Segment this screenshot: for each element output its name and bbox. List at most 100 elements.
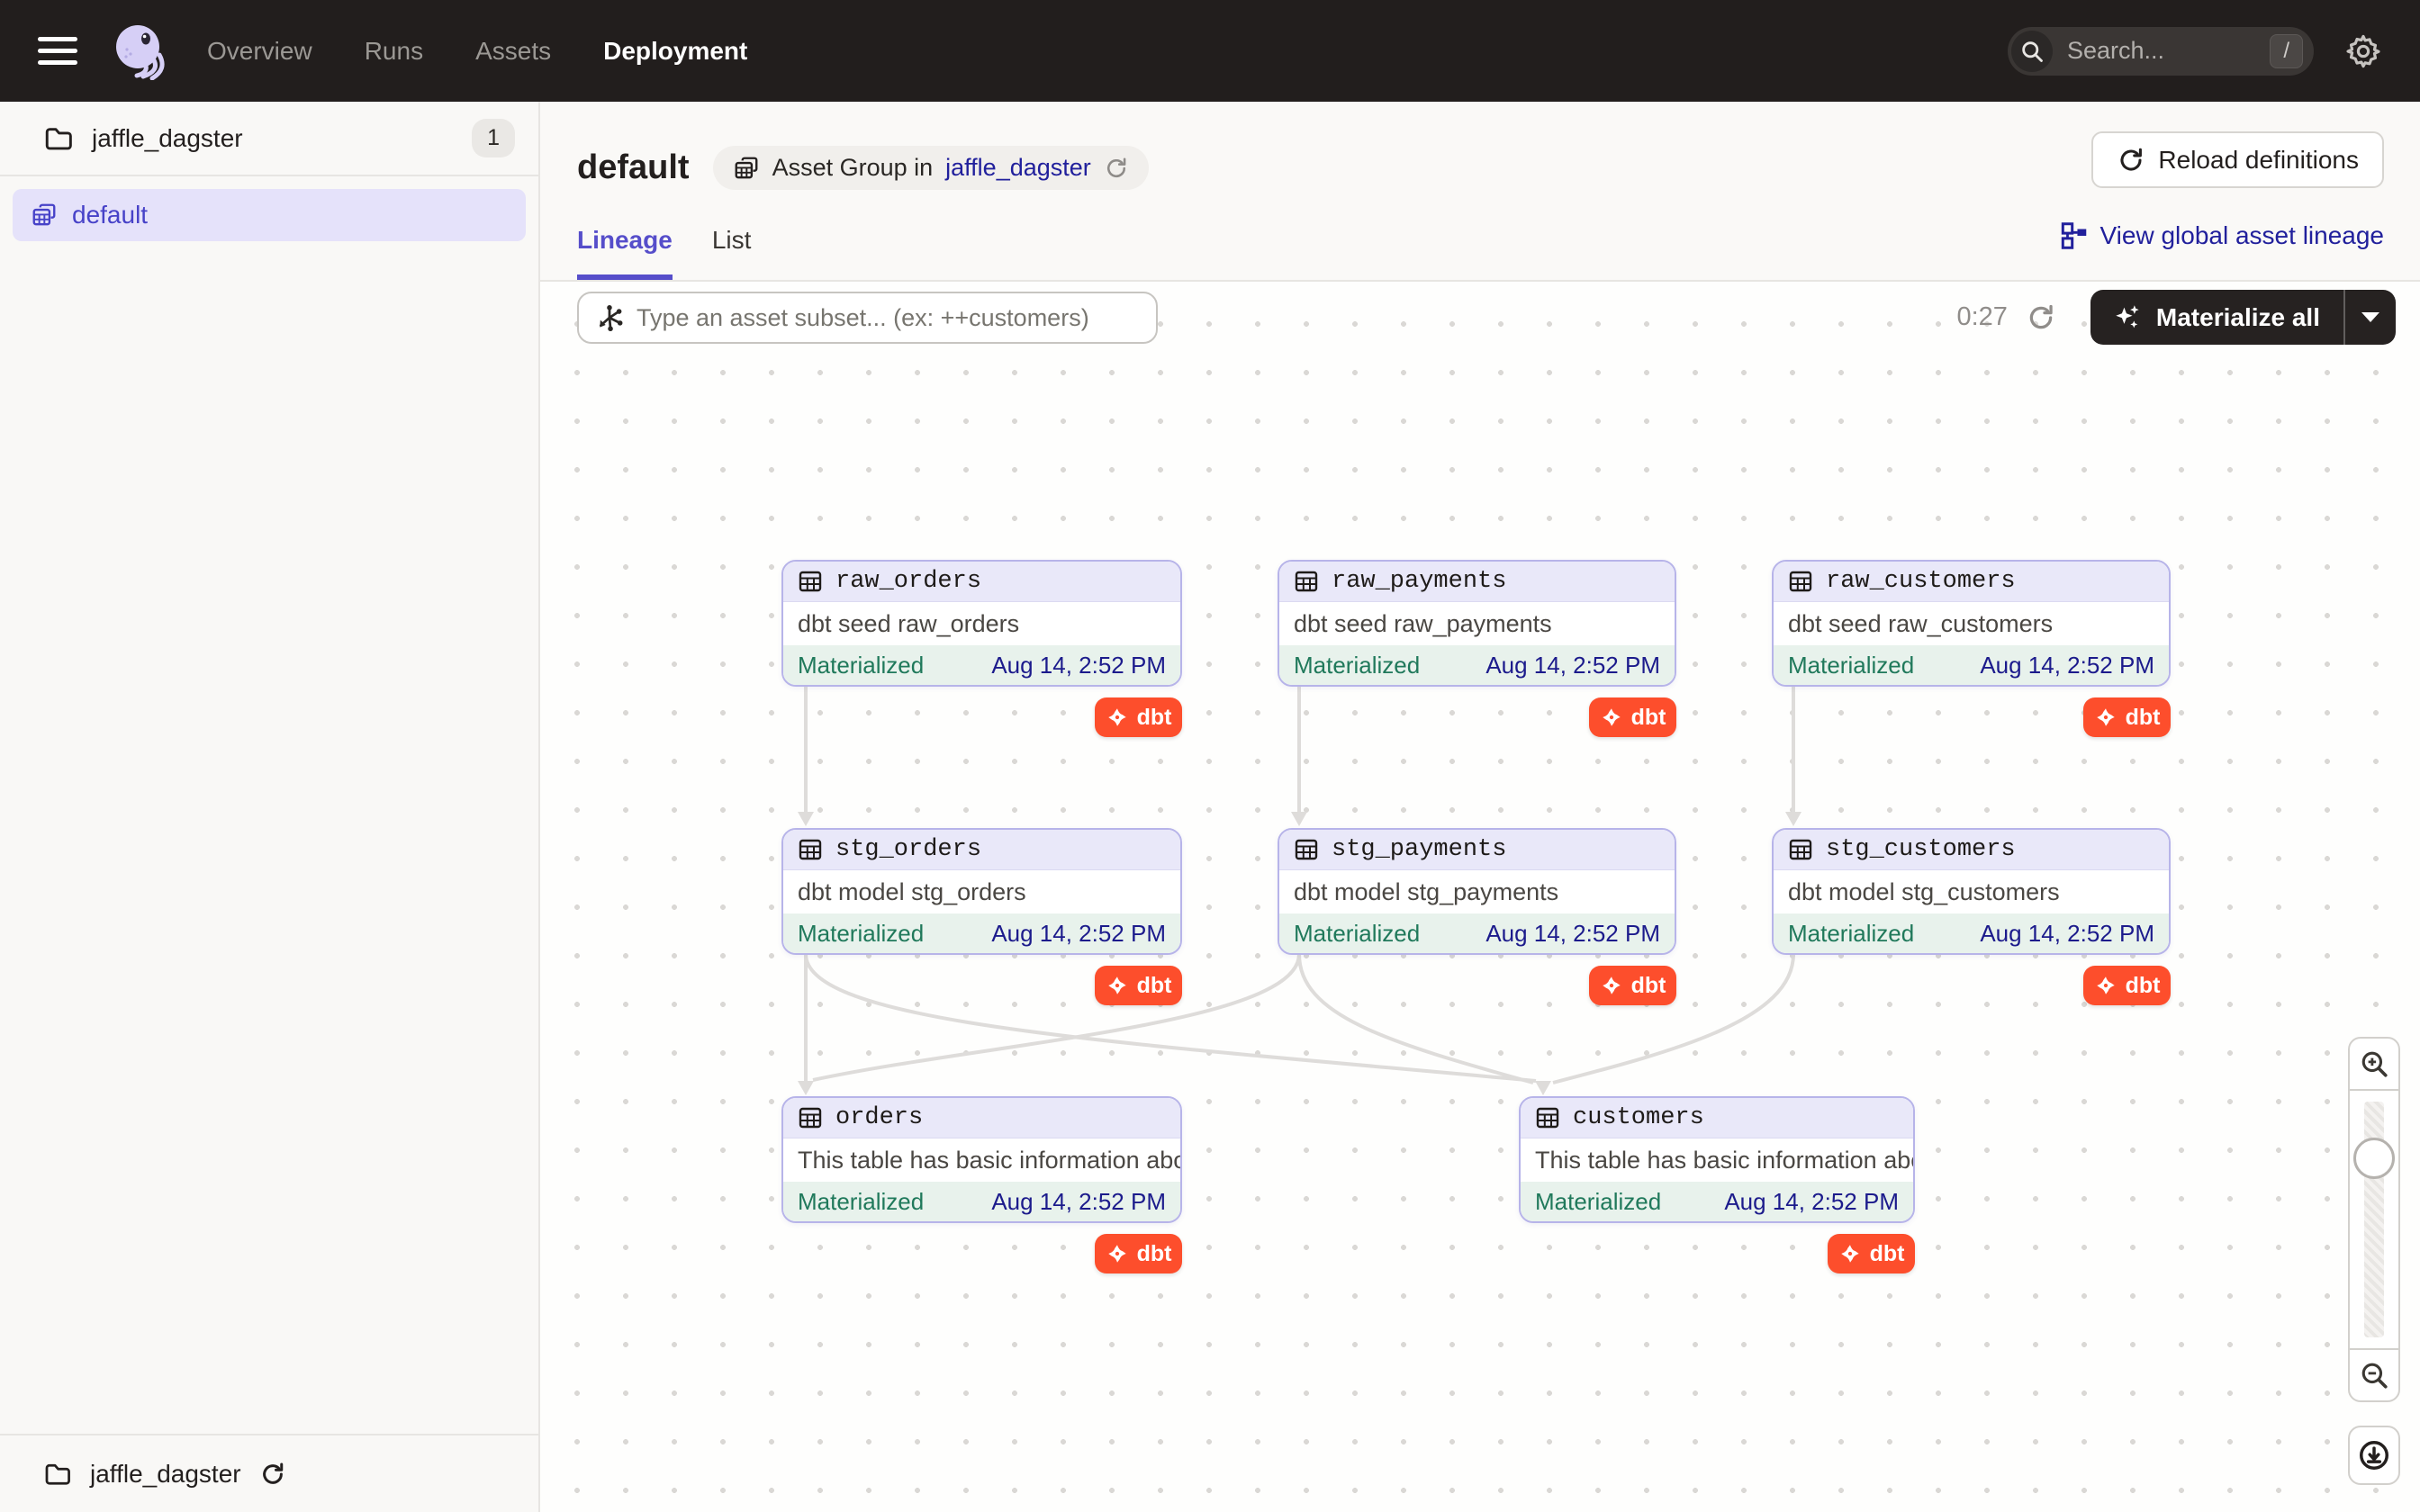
materialize-all-button[interactable]: Materialize all <box>2090 290 2396 345</box>
nav-item-assets[interactable]: Assets <box>475 37 551 66</box>
download-image-button[interactable] <box>2348 1426 2400 1485</box>
lineage-graph-icon <box>2061 222 2088 249</box>
asset-description: This table has basic information about .… <box>1521 1138 1913 1182</box>
dbt-logo-icon <box>1106 706 1129 729</box>
dbt-logo-icon <box>1600 706 1623 729</box>
sidebar-footer: jaffle_dagster <box>0 1434 538 1512</box>
asset-node-customers[interactable]: customers This table has basic informati… <box>1519 1096 1915 1223</box>
zoom-slider-handle[interactable] <box>2353 1138 2395 1179</box>
dbt-badge[interactable]: dbt <box>1095 1234 1182 1274</box>
reload-definitions-label: Reload definitions <box>2158 146 2359 175</box>
dbt-badge[interactable]: dbt <box>1095 966 1182 1005</box>
refresh-icon[interactable] <box>1104 156 1129 181</box>
auto-refresh-timer: 0:27 <box>1956 302 2007 332</box>
status-badge: Materialized <box>1535 1188 1661 1216</box>
asset-name: stg_payments <box>1332 836 1506 863</box>
search-box[interactable]: / <box>2008 27 2314 76</box>
materialize-all-label: Materialize all <box>2156 303 2320 332</box>
view-global-asset-lineage-label: View global asset lineage <box>2100 221 2384 250</box>
materialization-timestamp[interactable]: Aug 14, 2:52 PM <box>1980 920 2154 948</box>
dbt-badge[interactable]: dbt <box>1589 698 1676 737</box>
materialization-timestamp[interactable]: Aug 14, 2:52 PM <box>991 920 1166 948</box>
download-icon <box>2357 1438 2391 1472</box>
asset-node-raw-payments[interactable]: raw_payments dbt seed raw_payments Mater… <box>1278 560 1676 687</box>
dagster-logo-icon[interactable] <box>112 22 169 80</box>
asset-description: dbt model stg_payments <box>1279 870 1675 914</box>
dbt-logo-icon <box>1106 1242 1129 1265</box>
status-badge: Materialized <box>798 652 924 680</box>
folder-icon <box>43 1460 72 1489</box>
nav-item-runs[interactable]: Runs <box>365 37 423 66</box>
asset-node-orders[interactable]: orders This table has basic information … <box>781 1096 1182 1223</box>
materialize-options-dropdown[interactable] <box>2345 290 2396 345</box>
dbt-badge[interactable]: dbt <box>1828 1234 1915 1274</box>
asset-name: raw_customers <box>1826 568 2016 595</box>
materialization-timestamp[interactable]: Aug 14, 2:52 PM <box>1980 652 2154 680</box>
tabs-bar: Lineage List View global asset lineage <box>540 207 2420 282</box>
asset-subset-input[interactable] <box>637 304 1140 332</box>
dbt-badge[interactable]: dbt <box>2083 698 2171 737</box>
table-icon <box>798 837 823 862</box>
tab-lineage[interactable]: Lineage <box>577 226 673 280</box>
sidebar-item-default[interactable]: default <box>13 189 526 241</box>
asset-name: raw_orders <box>835 568 981 595</box>
nav-item-overview[interactable]: Overview <box>207 37 312 66</box>
zoom-in-icon <box>2359 1048 2389 1079</box>
materialization-timestamp[interactable]: Aug 14, 2:52 PM <box>1724 1188 1899 1216</box>
table-icon <box>798 569 823 594</box>
asset-node-raw-orders[interactable]: raw_orders dbt seed raw_orders Materiali… <box>781 560 1182 687</box>
table-icon <box>1788 569 1813 594</box>
nav-item-deployment[interactable]: Deployment <box>603 37 747 66</box>
nav-links: Overview Runs Assets Deployment <box>207 37 747 66</box>
asset-name: stg_orders <box>835 836 981 863</box>
dbt-logo-icon <box>1600 974 1623 997</box>
dbt-badge[interactable]: dbt <box>1589 966 1676 1005</box>
page-header: default Asset Group in jaffle_dagster Re… <box>540 102 2420 207</box>
table-icon <box>1535 1105 1560 1130</box>
dbt-badge-label: dbt <box>1137 973 1172 999</box>
asset-node-raw-customers[interactable]: raw_customers dbt seed raw_customers Mat… <box>1772 560 2171 687</box>
folder-icon <box>43 123 74 154</box>
search-icon <box>2011 31 2053 72</box>
asset-subset-filter[interactable] <box>577 292 1158 344</box>
status-badge: Materialized <box>798 920 924 948</box>
menu-icon[interactable] <box>38 37 77 65</box>
dbt-logo-icon <box>1838 1242 1862 1265</box>
dbt-badge-label: dbt <box>1870 1241 1905 1267</box>
tab-list[interactable]: List <box>712 226 752 280</box>
asset-description: dbt seed raw_customers <box>1774 602 2169 645</box>
op-selector-icon <box>595 303 624 332</box>
asset-node-stg-payments[interactable]: stg_payments dbt model stg_payments Mate… <box>1278 828 1676 955</box>
materialization-timestamp[interactable]: Aug 14, 2:52 PM <box>991 652 1166 680</box>
asset-node-stg-customers[interactable]: stg_customers dbt model stg_customers Ma… <box>1772 828 2171 955</box>
asset-name: stg_customers <box>1826 836 2016 863</box>
dbt-badge[interactable]: dbt <box>2083 966 2171 1005</box>
sidebar-group-jaffle-dagster[interactable]: jaffle_dagster 1 <box>0 102 538 176</box>
asset-description: This table has basic information about .… <box>783 1138 1180 1182</box>
materialization-timestamp[interactable]: Aug 14, 2:52 PM <box>991 1188 1166 1216</box>
materialization-timestamp[interactable]: Aug 14, 2:52 PM <box>1485 652 1660 680</box>
dbt-badge[interactable]: dbt <box>1095 698 1182 737</box>
view-global-asset-lineage-link[interactable]: View global asset lineage <box>2061 221 2384 250</box>
search-input[interactable] <box>2067 37 2220 65</box>
refresh-icon[interactable] <box>259 1461 286 1488</box>
zoom-in-button[interactable] <box>2350 1039 2398 1089</box>
asset-group-repo-link[interactable]: jaffle_dagster <box>945 154 1091 182</box>
status-badge: Materialized <box>1788 652 1914 680</box>
asset-node-stg-orders[interactable]: stg_orders dbt model stg_orders Material… <box>781 828 1182 955</box>
zoom-out-button[interactable] <box>2350 1350 2398 1400</box>
asset-name: raw_payments <box>1332 568 1506 595</box>
asset-description: dbt model stg_orders <box>783 870 1180 914</box>
materialization-timestamp[interactable]: Aug 14, 2:52 PM <box>1485 920 1660 948</box>
reload-definitions-button[interactable]: Reload definitions <box>2091 131 2384 188</box>
dbt-logo-icon <box>1106 974 1129 997</box>
gear-icon[interactable] <box>2344 32 2382 70</box>
refresh-icon[interactable] <box>2026 302 2056 333</box>
asset-description: dbt seed raw_payments <box>1279 602 1675 645</box>
dbt-badge-label: dbt <box>1137 705 1172 731</box>
zoom-slider[interactable] <box>2350 1089 2398 1350</box>
zoom-controls <box>2348 1037 2400 1485</box>
dbt-badge-label: dbt <box>1631 705 1666 731</box>
sparkle-icon <box>2114 303 2143 332</box>
lineage-canvas[interactable]: 0:27 Materialize all <box>540 282 2420 1512</box>
